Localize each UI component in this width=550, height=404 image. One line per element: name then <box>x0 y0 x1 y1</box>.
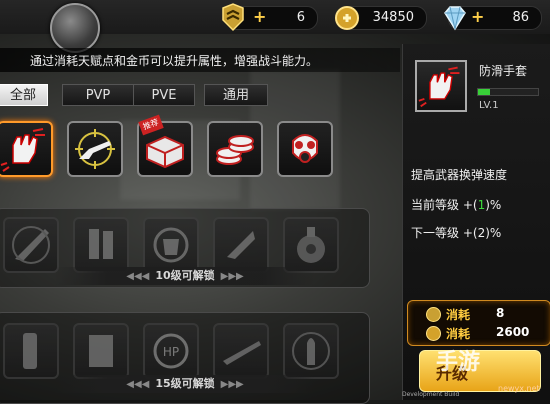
talent-slot-sniper[interactable] <box>213 323 269 379</box>
bullet-icon <box>292 332 330 370</box>
talent-slot-flashlight[interactable] <box>3 323 59 379</box>
flashlight-icon <box>23 333 37 369</box>
add-talent-button[interactable]: + <box>253 7 266 26</box>
chevron-right-icon: ▶▶▶ <box>220 379 244 390</box>
unlock-label-text: 10级可解锁 <box>155 269 215 282</box>
talent-slot-rifle[interactable] <box>67 121 123 177</box>
talent-points-counter: + 6 <box>222 3 318 32</box>
talent-points-value: 6 <box>296 10 305 25</box>
talent-level: LV.1 <box>479 100 499 111</box>
sniper-rifle-icon <box>223 341 261 365</box>
tab-pvp[interactable]: PVP <box>62 84 134 106</box>
tab-pve[interactable]: PVE <box>133 84 195 106</box>
description-text: 通过消耗天赋点和金币可以提升属性，增强战斗能力。 <box>30 54 319 68</box>
talent-slot-ammo-clip[interactable] <box>73 323 129 379</box>
talent-slot-blade[interactable] <box>213 217 269 273</box>
detail-icon-frame <box>415 60 467 112</box>
upgrade-cost-box: 消耗 8 消耗 2600 <box>407 300 550 346</box>
chevron-left-icon: ◀◀◀ <box>126 271 150 282</box>
talent-slot-knife[interactable] <box>3 217 59 273</box>
rifle-crosshair-icon <box>75 129 115 169</box>
gold-value: 34850 <box>372 10 414 25</box>
gold-coin-icon <box>426 326 441 341</box>
talent-row-3: HP ◀◀◀ 15级可解锁 ▶▶▶ <box>0 312 370 404</box>
development-build-label: Development Build <box>402 391 460 398</box>
tab-general[interactable]: 通用 <box>204 84 268 106</box>
talent-slot-coins[interactable] <box>207 121 263 177</box>
player-avatar[interactable] <box>50 3 100 53</box>
current-level-prefix: +( <box>462 198 478 212</box>
description-banner: 通过消耗天赋点和金币可以提升属性，增强战斗能力。 <box>0 48 400 72</box>
gas-mask-icon <box>292 134 318 163</box>
glove-icon <box>418 66 460 108</box>
diamond-icon <box>444 6 466 31</box>
next-level-label: 下一等级 <box>411 226 460 240</box>
gold-cost-label: 消耗 <box>446 327 471 341</box>
talent-row-1 <box>0 112 370 188</box>
unlock-requirement-15: ◀◀◀ 15级可解锁 ▶▶▶ <box>55 375 315 393</box>
coin-stack-icon <box>216 135 254 165</box>
next-level-value: +(2)% <box>462 226 502 240</box>
talent-cost-value: 8 <box>496 306 505 320</box>
talent-name: 防滑手套 <box>479 64 528 78</box>
talent-chevron-icon <box>222 3 244 32</box>
hp-emblem-icon: HP <box>153 333 189 369</box>
talent-slot-hp[interactable]: HP <box>143 323 199 379</box>
current-level-suffix: )% <box>485 198 502 212</box>
level-progress-bar <box>477 88 539 96</box>
biohazard-grenade-icon <box>297 227 325 263</box>
talent-cost-label: 消耗 <box>446 308 471 322</box>
next-level-line: 下一等级 +(2)% <box>411 224 501 241</box>
unlock-requirement-10: ◀◀◀ 10级可解锁 ▶▶▶ <box>55 267 315 285</box>
watermark-logo: 手游 <box>436 350 481 375</box>
unlock-label-text: 15级可解锁 <box>155 377 215 390</box>
talent-row-2: ◀◀◀ 10级可解锁 ▶▶▶ <box>0 208 370 288</box>
talent-slot-gas-mask[interactable] <box>277 121 333 177</box>
diamond-value: 86 <box>512 10 529 25</box>
talent-slot-gloves[interactable] <box>0 121 53 177</box>
add-diamond-button[interactable]: + <box>471 7 484 26</box>
diamond-counter: + 86 <box>444 6 542 31</box>
svg-text:HP: HP <box>163 345 179 359</box>
talent-slot-armor[interactable] <box>143 217 199 273</box>
knife-icon <box>12 226 50 264</box>
glove-icon <box>0 128 45 172</box>
level-progress-fill <box>478 89 490 95</box>
ammo-clip-icon <box>89 335 113 367</box>
watermark-url: newyx.net <box>498 384 540 393</box>
armor-vest-icon <box>153 227 189 263</box>
current-level-label: 当前等级 <box>411 198 460 212</box>
talent-point-icon <box>426 307 441 322</box>
tab-all[interactable]: 全部 <box>0 84 48 106</box>
talent-slot-magazine[interactable] <box>73 217 129 273</box>
current-level-line: 当前等级 +(1)% <box>411 196 501 213</box>
magazine-icon <box>89 229 113 259</box>
talent-slot-bullet[interactable] <box>283 323 339 379</box>
gold-cost-value: 2600 <box>496 325 530 339</box>
blade-icon <box>227 231 255 259</box>
talent-slot-grenade[interactable] <box>283 217 339 273</box>
talent-effect: 提高武器换弹速度 <box>411 168 508 182</box>
gold-counter: 34850 <box>335 6 427 30</box>
chevron-right-icon: ▶▶▶ <box>220 271 244 282</box>
gold-coin-icon <box>335 6 359 30</box>
chevron-left-icon: ◀◀◀ <box>126 379 150 390</box>
